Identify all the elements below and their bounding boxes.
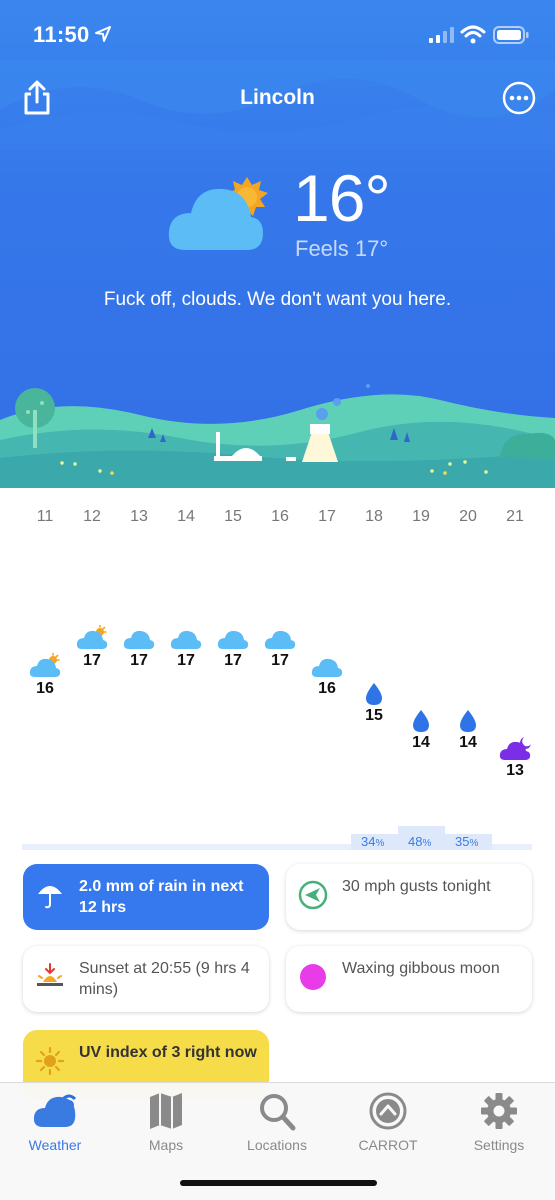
sun-uv-icon (35, 1046, 65, 1076)
weather-quip: Fuck off, clouds. We don't want you here… (103, 289, 452, 310)
forecast-temperature: 17 (130, 652, 148, 669)
more-options-button[interactable] (502, 81, 536, 115)
hour-label: 13 (130, 508, 148, 525)
cloud-icon (217, 630, 249, 649)
tab-locations-label: Locations (247, 1137, 307, 1153)
moon-card[interactable]: Waxing gibbous moon (286, 946, 532, 1012)
cloud-moon-icon (499, 737, 531, 760)
forecast-temperature: 17 (224, 652, 242, 669)
umbrella-icon (38, 886, 62, 909)
hour-label: 11 (36, 508, 54, 525)
cloud-icon (170, 630, 202, 649)
wifi-icon (460, 25, 486, 44)
gear-icon (481, 1093, 517, 1129)
feels-like: Feels 17° (295, 236, 389, 261)
precipitation-chance-strip: 34% 48% 35% (22, 826, 532, 850)
forecast-temperature: 15 (365, 707, 383, 724)
hour-label: 21 (506, 508, 524, 525)
forecast-temperature: 16 (36, 680, 54, 697)
raindrop-icon (413, 710, 429, 732)
forecast-temperature: 14 (412, 734, 430, 751)
forecast-temperature: 17 (177, 652, 195, 669)
sunset-card[interactable]: Sunset at 20:55 (9 hrs 4 mins) (23, 946, 269, 1012)
carrot-icon (369, 1092, 407, 1130)
forecast-temperature: 17 (83, 652, 101, 669)
tab-carrot[interactable]: CARROT (338, 1091, 438, 1153)
precip-label-20: 35% (455, 834, 479, 849)
location-arrow-icon (95, 26, 111, 42)
status-bar: 11:50 (0, 0, 555, 60)
cellular-signal-icon (429, 27, 454, 43)
partly-cloudy-icon (168, 177, 268, 250)
moon-phase-icon (300, 964, 326, 990)
forecast-temperature: 17 (271, 652, 289, 669)
wind-card-text: 30 mph gusts tonight (342, 878, 491, 895)
hour-label: 19 (412, 508, 430, 525)
tab-weather-label: Weather (28, 1137, 82, 1153)
forecast-temperature: 16 (318, 680, 336, 697)
hour-label: 14 (177, 508, 195, 525)
search-icon (260, 1094, 296, 1131)
rain-card[interactable]: 2.0 mm of rain in next 12 hrs (23, 864, 269, 930)
tab-locations[interactable]: Locations (227, 1091, 327, 1153)
cloud-icon (264, 630, 296, 649)
cloud-sun-icon (76, 625, 108, 649)
current-temperature: 16° (293, 161, 391, 235)
weather-tab-icon (33, 1094, 77, 1127)
tab-weather[interactable]: Weather (5, 1091, 105, 1153)
tab-maps-label: Maps (148, 1137, 184, 1153)
hour-label: 20 (459, 508, 477, 525)
raindrop-icon (366, 683, 382, 705)
home-indicator (180, 1180, 377, 1186)
weather-hero: 11:50 Lincoln 16° Feels 17° Fuck off, cl… (0, 0, 555, 488)
cloud-icon (311, 658, 343, 677)
tab-maps[interactable]: Maps (116, 1091, 216, 1153)
wind-card[interactable]: 30 mph gusts tonight (286, 864, 532, 930)
precip-label-19: 48% (408, 834, 432, 849)
hour-label: 17 (318, 508, 336, 525)
rain-card-text: 2.0 mm of rain in next 12 hrs (79, 878, 244, 916)
city-name: Lincoln (240, 86, 315, 109)
forecast-temperature: 14 (459, 734, 477, 751)
tab-settings[interactable]: Settings (449, 1091, 549, 1153)
hour-label: 16 (271, 508, 289, 525)
sunset-card-text: Sunset at 20:55 (9 hrs 4 mins) (79, 960, 250, 998)
raindrop-icon (460, 710, 476, 732)
hour-label: 12 (83, 508, 101, 525)
precip-label-18: 34% (361, 834, 385, 849)
hourly-forecast[interactable]: 16 17 17 17 17 17 16 15 14 14 13 (0, 540, 555, 840)
tab-settings-label: Settings (473, 1137, 525, 1153)
moon-card-text: Waxing gibbous moon (342, 960, 500, 977)
cloud-sun-icon (29, 653, 61, 677)
cloud-icon (123, 630, 155, 649)
hour-label: 15 (224, 508, 242, 525)
sunset-icon (37, 963, 63, 986)
hour-label: 18 (365, 508, 383, 525)
wind-direction-icon (298, 880, 328, 910)
hourly-timeline: 11 12 13 14 15 16 17 18 19 20 21 (0, 508, 555, 530)
tab-carrot-label: CARROT (358, 1137, 418, 1153)
forecast-temperature: 13 (506, 762, 524, 779)
landscape-illustration (0, 384, 555, 488)
map-icon (150, 1093, 182, 1129)
uv-card-text: UV index of 3 right now (79, 1044, 257, 1061)
status-time: 11:50 (33, 22, 90, 47)
battery-icon (493, 26, 529, 44)
